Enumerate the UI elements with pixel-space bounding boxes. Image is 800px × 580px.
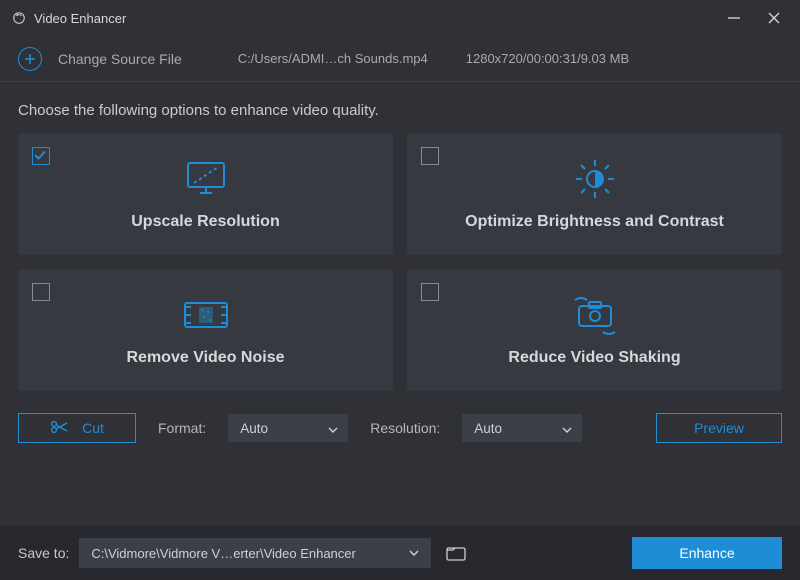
checkbox-brightness[interactable] <box>421 147 439 165</box>
resolution-label: Resolution: <box>370 420 440 436</box>
controls-row: Cut Format: Auto Resolution: Auto Previe… <box>0 391 800 443</box>
monitor-icon <box>182 157 230 201</box>
card-optimize-brightness[interactable]: Optimize Brightness and Contrast <box>407 133 782 255</box>
camera-shake-icon <box>567 293 623 337</box>
card-upscale-resolution[interactable]: Upscale Resolution <box>18 133 393 255</box>
titlebar: Video Enhancer <box>0 0 800 36</box>
save-to-label: Save to: <box>18 545 69 561</box>
checkbox-upscale[interactable] <box>32 147 50 165</box>
cut-button[interactable]: Cut <box>18 413 136 443</box>
resolution-value: Auto <box>474 421 502 436</box>
brightness-icon <box>573 157 617 201</box>
chevron-down-icon <box>562 421 572 436</box>
card-reduce-shaking[interactable]: Reduce Video Shaking <box>407 269 782 391</box>
film-noise-icon <box>179 293 233 337</box>
app-icon <box>12 11 26 25</box>
format-select[interactable]: Auto <box>228 414 348 442</box>
options-grid: Upscale Resolution Optimize Brightness a… <box>0 133 800 391</box>
open-folder-button[interactable] <box>441 538 471 568</box>
chevron-down-icon <box>328 421 338 436</box>
enhance-button[interactable]: Enhance <box>632 537 782 569</box>
change-source-button[interactable]: Change Source File <box>58 51 182 67</box>
source-path: C:/Users/ADMI…ch Sounds.mp4 <box>238 51 428 66</box>
source-meta: 1280x720/00:00:31/9.03 MB <box>466 51 629 66</box>
card-label: Optimize Brightness and Contrast <box>465 213 724 231</box>
save-path-input[interactable]: C:\Vidmore\Vidmore V…erter\Video Enhance… <box>79 538 397 568</box>
card-remove-noise[interactable]: Remove Video Noise <box>18 269 393 391</box>
format-value: Auto <box>240 421 268 436</box>
footer: Save to: C:\Vidmore\Vidmore V…erter\Vide… <box>0 526 800 580</box>
app-title: Video Enhancer <box>34 11 126 26</box>
enhance-label: Enhance <box>679 545 734 561</box>
minimize-button[interactable] <box>720 6 748 30</box>
card-label: Reduce Video Shaking <box>508 349 680 367</box>
checkbox-deshake[interactable] <box>421 283 439 301</box>
preview-button[interactable]: Preview <box>656 413 782 443</box>
card-label: Remove Video Noise <box>127 349 285 367</box>
resolution-select[interactable]: Auto <box>462 414 582 442</box>
format-label: Format: <box>158 420 206 436</box>
checkbox-denoise[interactable] <box>32 283 50 301</box>
save-path-value: C:\Vidmore\Vidmore V…erter\Video Enhance… <box>91 546 355 561</box>
card-label: Upscale Resolution <box>131 213 279 231</box>
cut-label: Cut <box>82 420 104 436</box>
file-bar: Change Source File C:/Users/ADMI…ch Soun… <box>0 36 800 82</box>
preview-label: Preview <box>694 420 744 436</box>
add-source-icon[interactable] <box>18 47 42 71</box>
scissors-icon <box>50 420 68 437</box>
save-path-dropdown[interactable] <box>397 538 431 568</box>
prompt-text: Choose the following options to enhance … <box>0 82 800 133</box>
close-button[interactable] <box>760 6 788 30</box>
